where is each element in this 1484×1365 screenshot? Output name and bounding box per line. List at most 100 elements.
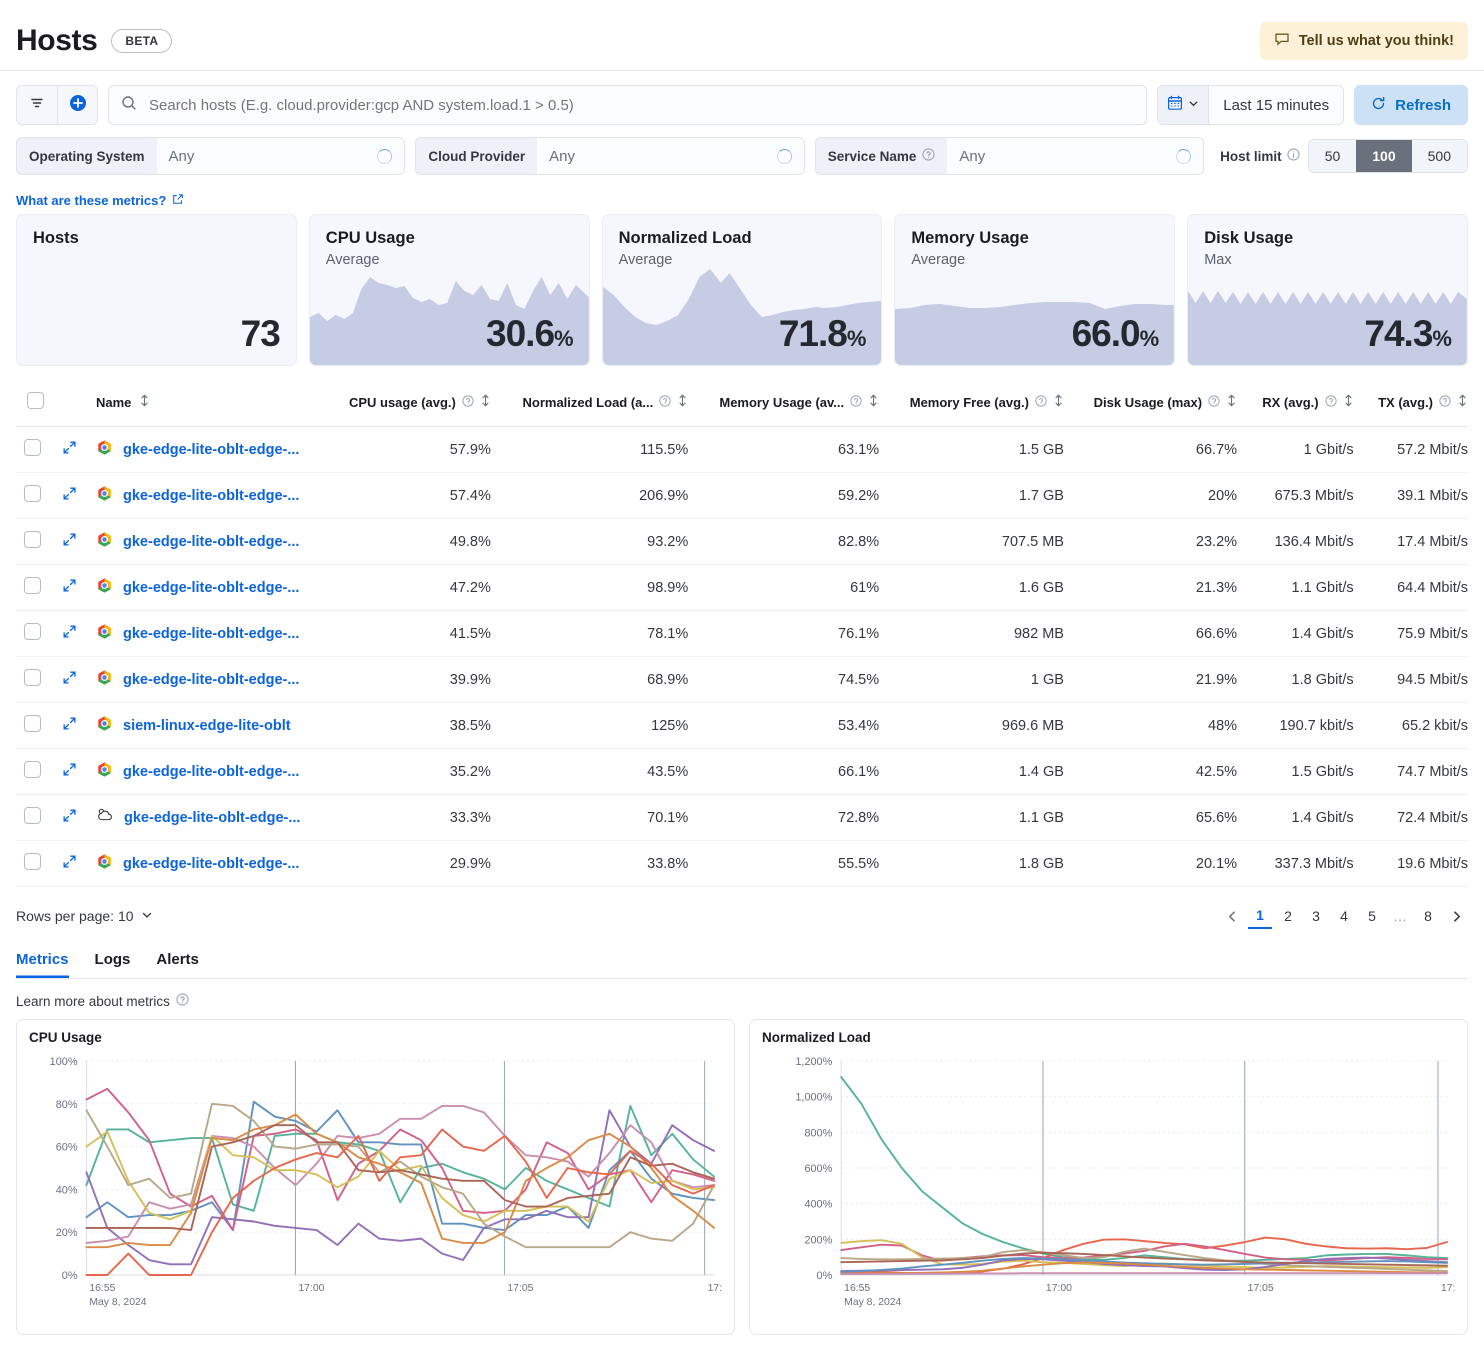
rows-per-page-selector[interactable]: Rows per page: 10 — [16, 908, 153, 924]
host-name-link[interactable]: gke-edge-lite-oblt-edge-... — [123, 626, 299, 642]
host-name-link[interactable]: gke-edge-lite-oblt-edge-... — [123, 534, 299, 550]
filter-operating-system[interactable]: Operating System Any — [16, 137, 405, 175]
expand-row-icon[interactable] — [62, 765, 77, 781]
tab-metrics[interactable]: Metrics — [16, 951, 69, 978]
info-icon[interactable] — [922, 148, 935, 164]
pagination-page-5[interactable]: 5 — [1360, 903, 1384, 929]
row-checkbox[interactable] — [24, 531, 41, 548]
table-row[interactable]: gke-edge-lite-oblt-edge-...35.2%43.5%66.… — [16, 749, 1468, 795]
row-checkbox[interactable] — [24, 761, 41, 778]
tab-logs[interactable]: Logs — [95, 951, 131, 978]
feedback-button[interactable]: Tell us what you think! — [1260, 22, 1468, 60]
row-checkbox[interactable] — [24, 715, 41, 732]
expand-row-icon[interactable] — [62, 535, 77, 551]
table-row[interactable]: gke-edge-lite-oblt-edge-...29.9%33.8%55.… — [16, 841, 1468, 887]
host-name-link[interactable]: gke-edge-lite-oblt-edge-... — [123, 580, 299, 596]
expand-row-icon[interactable] — [62, 811, 77, 827]
sort-icon[interactable] — [480, 394, 491, 410]
row-checkbox[interactable] — [24, 669, 41, 686]
select-all-checkbox[interactable] — [27, 392, 44, 409]
host-name-link[interactable]: gke-edge-lite-oblt-edge-... — [123, 672, 299, 688]
help-icon[interactable] — [659, 395, 671, 410]
row-checkbox[interactable] — [24, 439, 41, 456]
host-name-link[interactable]: gke-edge-lite-oblt-edge-... — [123, 764, 299, 780]
learn-more-about-metrics[interactable]: Learn more about metrics — [0, 979, 205, 1009]
column-header-disk-usage[interactable]: Disk Usage (max) — [1072, 386, 1245, 427]
filter-service-name[interactable]: Service Name Any — [815, 137, 1204, 175]
help-icon[interactable] — [176, 993, 189, 1009]
pagination-page-1[interactable]: 1 — [1248, 903, 1272, 929]
table-row[interactable]: gke-edge-lite-oblt-edge-...33.3%70.1%72.… — [16, 795, 1468, 841]
what-are-these-metrics-link[interactable]: What are these metrics? — [0, 175, 200, 214]
host-limit-option-100[interactable]: 100 — [1356, 140, 1411, 172]
search-bar[interactable] — [108, 85, 1147, 125]
info-icon[interactable] — [1287, 148, 1300, 164]
filter-icon-button[interactable] — [17, 86, 57, 124]
expand-row-icon[interactable] — [62, 857, 77, 873]
sort-icon[interactable] — [139, 394, 150, 410]
expand-row-icon[interactable] — [62, 489, 77, 505]
table-row[interactable]: gke-edge-lite-oblt-edge-...57.4%206.9%59… — [16, 473, 1468, 519]
column-header-memory-usage[interactable]: Memory Usage (av... — [696, 386, 887, 427]
help-icon[interactable] — [1439, 395, 1451, 410]
sort-icon[interactable] — [677, 394, 688, 410]
expand-row-icon[interactable] — [62, 581, 77, 597]
table-row[interactable]: gke-edge-lite-oblt-edge-...57.9%115.5%63… — [16, 427, 1468, 473]
date-range-display[interactable]: Last 15 minutes — [1209, 86, 1343, 124]
expand-row-icon[interactable] — [62, 673, 77, 689]
sort-icon[interactable] — [1457, 394, 1468, 410]
pagination-page-2[interactable]: 2 — [1276, 903, 1300, 929]
host-name-link[interactable]: gke-edge-lite-oblt-edge-... — [123, 488, 299, 504]
table-row[interactable]: gke-edge-lite-oblt-edge-...47.2%98.9%61%… — [16, 565, 1468, 611]
column-header-normalized-load[interactable]: Normalized Load (a... — [499, 386, 696, 427]
table-row[interactable]: siem-linux-edge-lite-oblt38.5%125%53.4%9… — [16, 703, 1468, 749]
host-name-link[interactable]: gke-edge-lite-oblt-edge-... — [123, 856, 299, 872]
row-checkbox[interactable] — [24, 623, 41, 640]
row-checkbox[interactable] — [24, 485, 41, 502]
help-icon[interactable] — [462, 395, 474, 410]
row-checkbox[interactable] — [24, 853, 41, 870]
filter-value[interactable]: Any — [947, 138, 1203, 174]
pagination-prev[interactable] — [1220, 903, 1244, 929]
normalized-load-line-chart[interactable]: 0%200%400%600%800%1,000%1,200%16:55May 8… — [762, 1045, 1455, 1321]
host-name-link[interactable]: gke-edge-lite-oblt-edge-... — [123, 442, 299, 458]
column-header-rx[interactable]: RX (avg.) — [1245, 386, 1362, 427]
expand-row-icon[interactable] — [62, 627, 77, 643]
column-header-name[interactable]: Name — [88, 386, 327, 427]
sort-icon[interactable] — [868, 394, 879, 410]
filter-cloud-provider[interactable]: Cloud Provider Any — [415, 137, 804, 175]
pagination-page-3[interactable]: 3 — [1304, 903, 1328, 929]
tab-alerts[interactable]: Alerts — [156, 951, 199, 978]
cpu-usage-line-chart[interactable]: 0%20%40%60%80%100%16:55May 8, 202417:001… — [29, 1045, 722, 1321]
sort-icon[interactable] — [1343, 394, 1354, 410]
table-row[interactable]: gke-edge-lite-oblt-edge-...49.8%93.2%82.… — [16, 519, 1468, 565]
refresh-button[interactable]: Refresh — [1354, 85, 1468, 125]
sort-icon[interactable] — [1053, 394, 1064, 410]
host-limit-option-500[interactable]: 500 — [1412, 140, 1467, 172]
row-checkbox[interactable] — [24, 577, 41, 594]
table-row[interactable]: gke-edge-lite-oblt-edge-...41.5%78.1%76.… — [16, 611, 1468, 657]
column-header-memory-free[interactable]: Memory Free (avg.) — [887, 386, 1072, 427]
filter-value[interactable]: Any — [537, 138, 804, 174]
host-name-link[interactable]: siem-linux-edge-lite-oblt — [123, 718, 291, 734]
host-name-link[interactable]: gke-edge-lite-oblt-edge-... — [124, 810, 300, 826]
host-limit-option-50[interactable]: 50 — [1309, 140, 1357, 172]
pagination-page-4[interactable]: 4 — [1332, 903, 1356, 929]
column-header-tx[interactable]: TX (avg.) — [1362, 386, 1468, 427]
date-quick-select-button[interactable] — [1158, 86, 1209, 124]
expand-row-icon[interactable] — [62, 719, 77, 735]
help-icon[interactable] — [850, 395, 862, 410]
help-icon[interactable] — [1208, 395, 1220, 410]
table-row[interactable]: gke-edge-lite-oblt-edge-...39.9%68.9%74.… — [16, 657, 1468, 703]
search-input[interactable] — [147, 96, 1134, 115]
sort-icon[interactable] — [1226, 394, 1237, 410]
add-filter-button[interactable] — [57, 86, 97, 124]
filter-value[interactable]: Any — [157, 138, 405, 174]
pagination-page-8[interactable]: 8 — [1416, 903, 1440, 929]
column-header-cpu-usage[interactable]: CPU usage (avg.) — [327, 386, 499, 427]
expand-row-icon[interactable] — [62, 443, 77, 459]
help-icon[interactable] — [1035, 395, 1047, 410]
help-icon[interactable] — [1325, 395, 1337, 410]
row-checkbox[interactable] — [24, 807, 41, 824]
pagination-next[interactable] — [1444, 903, 1468, 929]
